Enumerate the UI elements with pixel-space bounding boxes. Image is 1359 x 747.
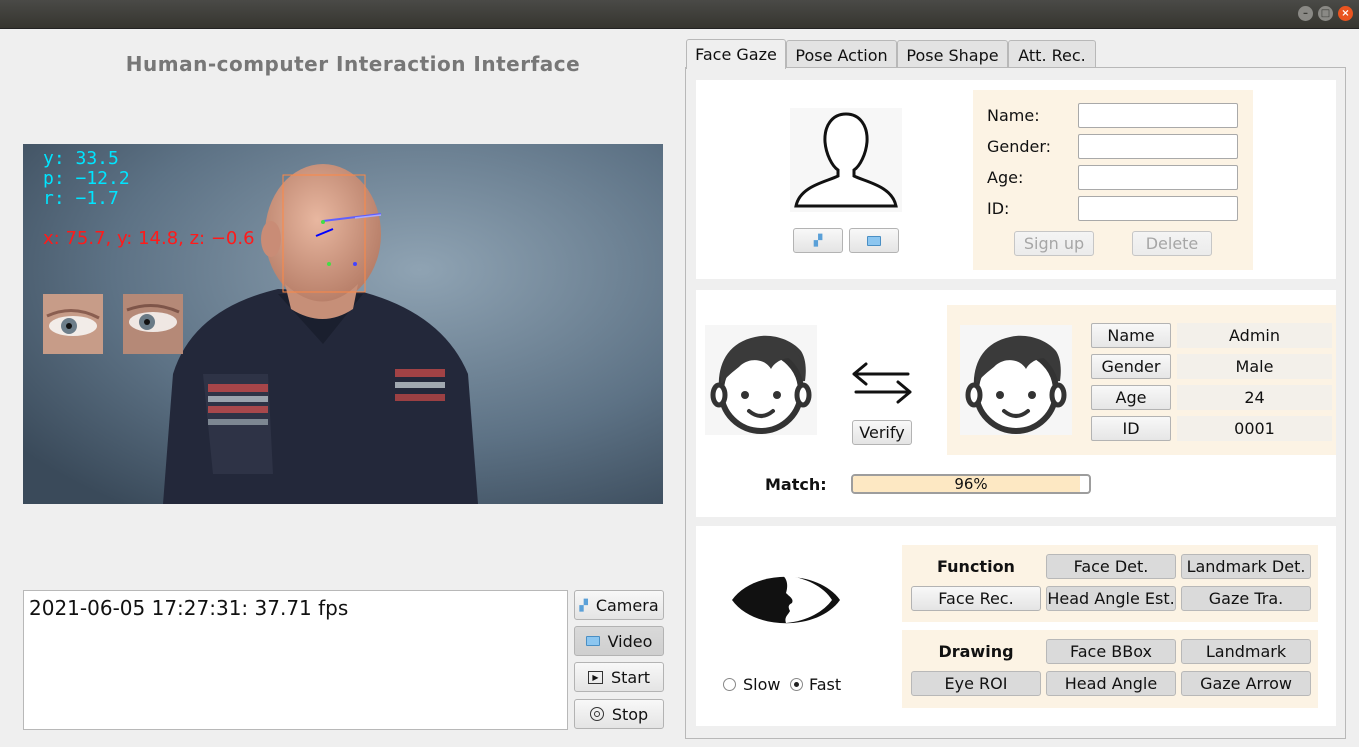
tab-att-rec[interactable]: Att. Rec. [1008, 40, 1096, 69]
captured-face [705, 325, 817, 435]
matched-face [960, 325, 1072, 435]
face-bbox-button[interactable]: Face BBox [1046, 639, 1176, 664]
gaze-arrow-button[interactable]: Gaze Arrow [1181, 671, 1311, 696]
start-button[interactable]: ▶ Start [574, 662, 664, 692]
video-button[interactable]: Video [574, 626, 664, 656]
stop-icon [589, 707, 604, 721]
maximize-icon[interactable]: □ [1318, 6, 1333, 21]
info-label-id[interactable]: ID [1091, 416, 1171, 441]
video-frame: y: 33.5 p: −12.2 r: −1.7 x: 75.7, y: 14.… [23, 144, 663, 504]
info-label-name[interactable]: Name [1091, 323, 1171, 348]
log-output[interactable]: 2021-06-05 17:27:31: 37.71 fps [23, 590, 568, 730]
verify-button[interactable]: Verify [852, 420, 912, 445]
age-field[interactable] [1078, 165, 1238, 190]
face-det-button[interactable]: Face Det. [1046, 554, 1176, 579]
compare-arrows-icon [850, 358, 914, 406]
function-title: Function [937, 557, 1015, 576]
fast-label: Fast [809, 675, 842, 694]
delete-button[interactable]: Delete [1132, 231, 1212, 256]
stop-button[interactable]: Stop [574, 699, 664, 729]
match-label: Match: [765, 475, 827, 494]
name-field[interactable] [1078, 103, 1238, 128]
camera-button[interactable]: ▞ Camera [574, 590, 664, 620]
user-silhouette-icon [794, 112, 898, 208]
gender-field[interactable] [1078, 134, 1238, 159]
tab-pose-action[interactable]: Pose Action [786, 40, 897, 69]
info-value-id: 0001 [1177, 416, 1332, 441]
match-progress-text: 96% [954, 475, 988, 493]
log-text: 2021-06-05 17:27:31: 37.71 fps [29, 596, 349, 620]
eye-icon [728, 565, 844, 635]
head-angle-est-button[interactable]: Head Angle Est. [1046, 586, 1176, 611]
close-icon[interactable]: × [1338, 6, 1353, 21]
load-photo-button[interactable] [849, 228, 899, 253]
play-icon: ▶ [587, 670, 603, 684]
camera-icon: ▞ [813, 234, 823, 247]
signup-button[interactable]: Sign up [1014, 231, 1094, 256]
pitch-readout: p: −12.2 [43, 168, 130, 189]
info-label-gender[interactable]: Gender [1091, 354, 1171, 379]
id-label: ID: [987, 199, 1010, 218]
slow-radio[interactable] [723, 678, 736, 691]
right-eye-crop [123, 294, 183, 354]
match-progress: 96% [851, 474, 1091, 494]
capture-photo-button[interactable]: ▞ [793, 228, 843, 253]
window-titlebar: – □ × [0, 0, 1359, 29]
tab-pose-shape[interactable]: Pose Shape [897, 40, 1008, 69]
info-label-age[interactable]: Age [1091, 385, 1171, 410]
info-value-gender: Male [1177, 354, 1332, 379]
video-scene: y: 33.5 p: −12.2 r: −1.7 x: 75.7, y: 14.… [23, 144, 663, 504]
drawing-title: Drawing [938, 642, 1014, 661]
boy-face-icon [965, 335, 1067, 434]
minimize-icon[interactable]: – [1298, 6, 1313, 21]
age-label: Age: [987, 168, 1024, 187]
camera-icon: ▞ [579, 598, 588, 612]
info-value-name: Admin [1177, 323, 1332, 348]
head-angle-button[interactable]: Head Angle [1046, 671, 1176, 696]
gender-label: Gender: [987, 137, 1052, 156]
landmark-button[interactable]: Landmark [1181, 639, 1311, 664]
roll-readout: r: −1.7 [43, 188, 119, 209]
position-readout: x: 75.7, y: 14.8, z: −0.6 [43, 228, 255, 249]
gaze-tra-button[interactable]: Gaze Tra. [1181, 586, 1311, 611]
user-photo [790, 108, 902, 212]
folder-icon [867, 235, 881, 246]
info-value-age: 24 [1177, 385, 1332, 410]
slow-label: Slow [743, 675, 781, 694]
boy-face-icon [710, 335, 812, 434]
yaw-readout: y: 33.5 [43, 148, 119, 169]
app-title: Human-computer Interaction Interface [125, 52, 581, 76]
id-field[interactable] [1078, 196, 1238, 221]
face-rec-button[interactable]: Face Rec. [911, 586, 1041, 611]
name-label: Name: [987, 106, 1040, 125]
fast-radio[interactable] [790, 678, 803, 691]
tab-face-gaze[interactable]: Face Gaze [686, 39, 786, 69]
eye-roi-button[interactable]: Eye ROI [911, 671, 1041, 696]
landmark-det-button[interactable]: Landmark Det. [1181, 554, 1311, 579]
folder-icon [585, 636, 600, 646]
left-eye-crop [43, 294, 103, 354]
